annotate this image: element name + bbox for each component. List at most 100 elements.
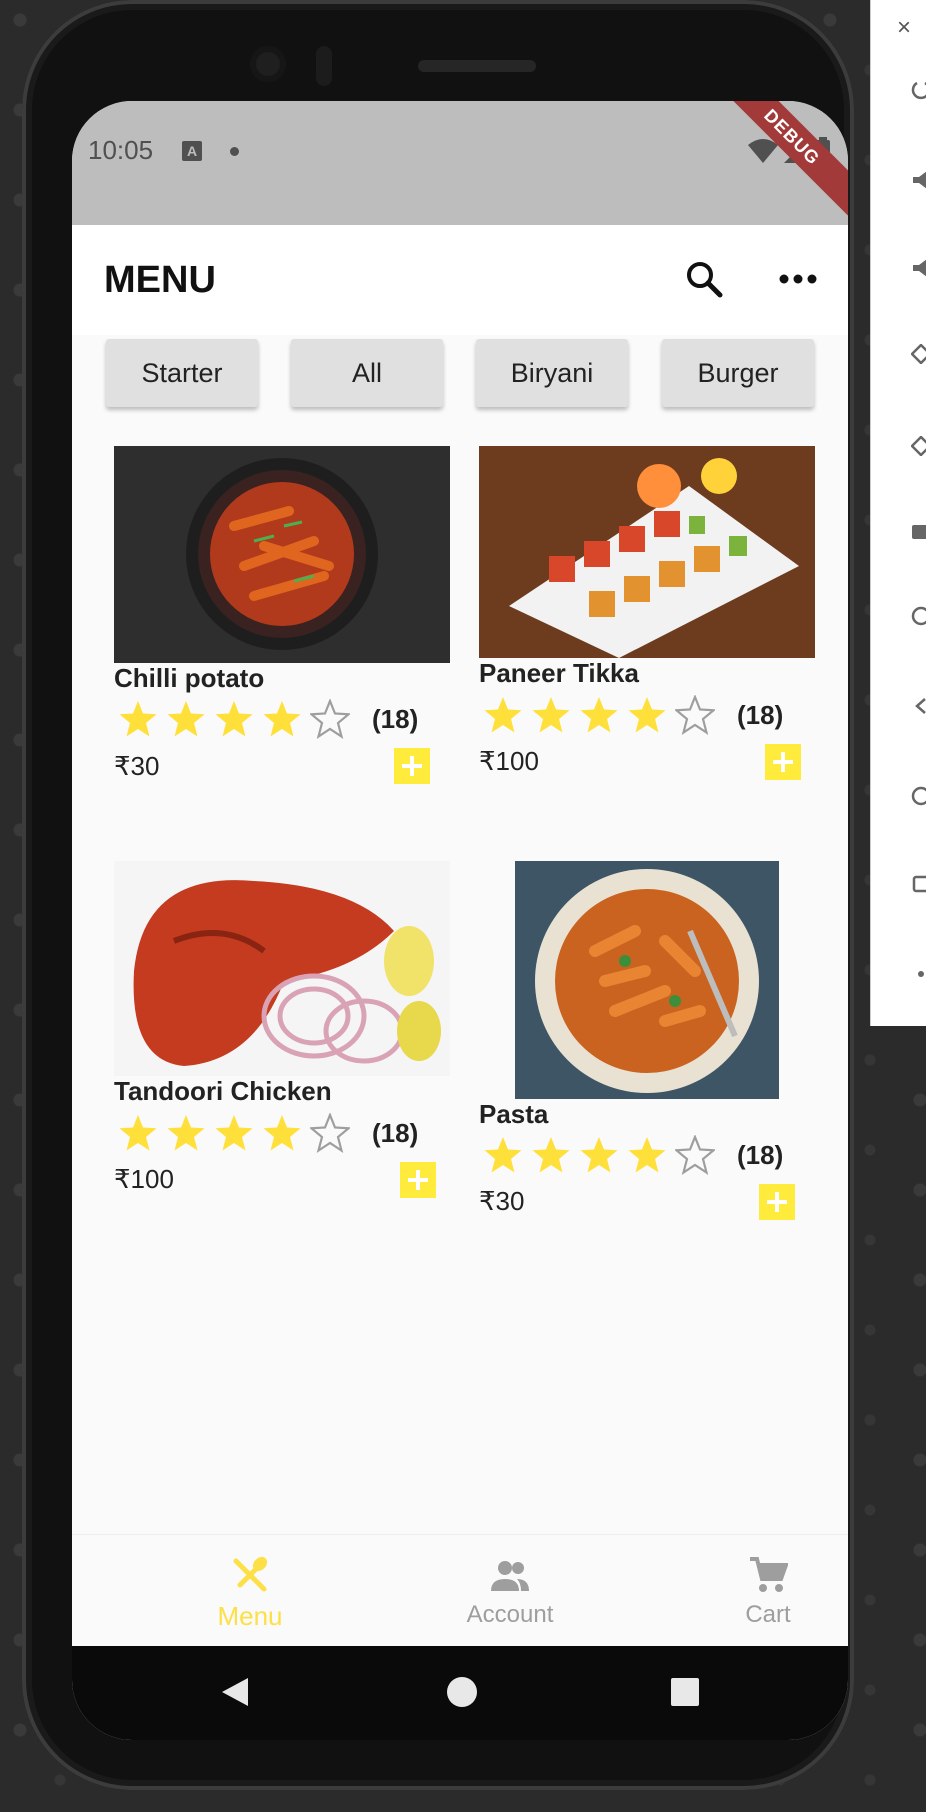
star-filled-icon (119, 701, 157, 737)
star-filled-icon (532, 697, 570, 733)
more-options-button[interactable] (774, 255, 822, 303)
menu-item-card[interactable]: Chilli potato (18) ₹30 (114, 446, 450, 786)
star-rating (118, 1113, 350, 1153)
proximity-sensor (316, 46, 332, 86)
search-icon (687, 262, 723, 298)
fork-knife-icon (233, 1556, 268, 1592)
food-price: ₹100 (114, 1164, 174, 1194)
food-image-tandoori-chicken (114, 861, 450, 1076)
wifi-icon (748, 139, 778, 163)
page-title: MENU (104, 259, 216, 301)
people-icon (491, 1561, 529, 1591)
nav-label-cart: Cart (745, 1601, 791, 1628)
menu-item-card[interactable]: Tandoori Chicken (18) ₹100 (114, 861, 450, 1201)
search-button[interactable] (680, 255, 728, 303)
plus-icon (767, 1192, 787, 1212)
status-time: 10:05 (88, 135, 154, 165)
star-filled-icon (215, 1115, 253, 1151)
food-image-pasta (515, 861, 779, 1099)
status-bar: 10:05 A DEBUG (72, 101, 848, 225)
earpiece-speaker (418, 60, 536, 72)
back-icon[interactable] (220, 1676, 250, 1708)
app-bar: MENU (72, 225, 848, 335)
cart-icon (750, 1557, 788, 1592)
rating-count: (18) (737, 700, 784, 730)
star-outline-icon (310, 1113, 350, 1153)
emulator-side-panel: × (870, 0, 926, 1026)
plus-icon (773, 752, 793, 772)
rotate-right-icon[interactable] (911, 436, 926, 456)
phone-frame: 10:05 A DEBUG MENU Starter All Biryani B… (22, 0, 854, 1790)
add-to-cart-button[interactable] (765, 744, 801, 780)
star-filled-icon (263, 701, 301, 737)
phone-screen: 10:05 A DEBUG MENU Starter All Biryani B… (72, 101, 848, 1740)
star-outline-icon (310, 699, 350, 739)
rating-count: (18) (737, 1140, 784, 1170)
star-filled-icon (580, 1137, 618, 1173)
zoom-icon[interactable] (911, 606, 926, 626)
category-chips: Starter All Biryani Burger (106, 339, 816, 409)
add-to-cart-button[interactable] (759, 1184, 795, 1220)
star-outline-icon (675, 695, 715, 735)
front-camera (250, 46, 286, 82)
category-chip-all[interactable]: All (291, 339, 443, 407)
notification-dot-icon (230, 147, 239, 156)
overview-icon[interactable] (911, 874, 926, 894)
nav-item-menu[interactable]: Menu (150, 1535, 350, 1647)
star-filled-icon (167, 1115, 205, 1151)
category-chip-starter[interactable]: Starter (106, 339, 258, 407)
home-icon[interactable] (911, 786, 926, 806)
star-filled-icon (215, 701, 253, 737)
star-filled-icon (167, 701, 205, 737)
close-icon[interactable]: × (897, 14, 911, 42)
system-navigation-bar (72, 1646, 848, 1740)
food-name: Paneer Tikka (479, 658, 639, 688)
food-name: Pasta (479, 1099, 549, 1129)
keyboard-notification-icon: A (182, 141, 202, 161)
plus-icon (402, 756, 422, 776)
star-filled-icon (580, 697, 618, 733)
food-price: ₹30 (114, 751, 160, 781)
home-icon[interactable] (446, 1676, 478, 1708)
add-to-cart-button[interactable] (394, 748, 430, 784)
star-filled-icon (532, 1137, 570, 1173)
back-icon[interactable] (911, 696, 926, 716)
more-horizontal-icon (779, 274, 817, 284)
camera-icon[interactable] (911, 520, 926, 540)
star-rating (118, 699, 350, 739)
food-price: ₹100 (479, 746, 539, 776)
more-icon[interactable] (911, 964, 926, 984)
star-filled-icon (484, 1137, 522, 1173)
food-name: Tandoori Chicken (114, 1076, 332, 1106)
food-image-chilli-potato (114, 446, 450, 663)
food-name: Chilli potato (114, 663, 265, 693)
category-chip-burger[interactable]: Burger (662, 339, 814, 407)
power-icon[interactable] (911, 80, 926, 100)
category-chip-biryani[interactable]: Biryani (476, 339, 628, 407)
nav-label-menu: Menu (217, 1601, 283, 1631)
star-filled-icon (484, 697, 522, 733)
nav-item-cart[interactable]: Cart (668, 1535, 848, 1647)
bottom-navigation: Menu Account Cart (72, 1534, 848, 1647)
star-filled-icon (119, 1115, 157, 1151)
recents-icon[interactable] (669, 1676, 701, 1708)
nav-label-account: Account (466, 1601, 554, 1628)
plus-icon (408, 1170, 428, 1190)
volume-up-icon[interactable] (911, 170, 926, 190)
rating-count: (18) (372, 704, 419, 734)
nav-item-account[interactable]: Account (410, 1535, 610, 1647)
menu-item-card[interactable]: Paneer Tikka (18) ₹100 (479, 446, 815, 786)
star-filled-icon (628, 1137, 666, 1173)
add-to-cart-button[interactable] (400, 1162, 436, 1198)
volume-down-icon[interactable] (911, 258, 926, 278)
rating-count: (18) (372, 1118, 419, 1148)
star-rating (483, 1135, 715, 1175)
star-filled-icon (628, 697, 666, 733)
star-filled-icon (263, 1115, 301, 1151)
star-outline-icon (675, 1135, 715, 1175)
food-price: ₹30 (479, 1186, 525, 1216)
rotate-left-icon[interactable] (911, 344, 926, 364)
menu-item-card[interactable]: Pasta (18) ₹30 (479, 861, 815, 1221)
food-image-paneer-tikka (479, 446, 815, 658)
star-rating (483, 695, 715, 735)
